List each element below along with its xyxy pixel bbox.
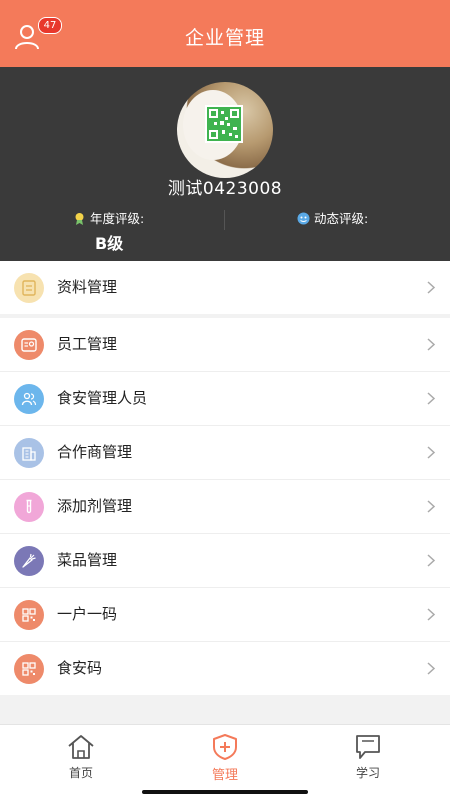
menu-item-dish-management[interactable]: 菜品管理 <box>0 534 450 588</box>
dynamic-rating: 动态评级: <box>297 208 368 227</box>
dynamic-rating-label: 动态评级: <box>314 211 369 226</box>
menu-item-label: 添加剂管理 <box>57 497 133 515</box>
chevron-right-icon <box>427 500 436 513</box>
tab-label: 管理 <box>211 768 238 783</box>
chevron-right-icon <box>427 608 436 621</box>
menu-item-food-safety-staff[interactable]: 食安管理人员 <box>0 372 450 426</box>
menu-item-partner-management[interactable]: 合作商管理 <box>0 426 450 480</box>
menu-item-food-safety-code[interactable]: 食安码 <box>0 642 450 695</box>
medal-icon <box>75 213 84 225</box>
page-title: 企业管理 <box>184 27 265 49</box>
annual-rating-value: B级 <box>95 234 124 253</box>
menu-item-employee-management[interactable]: 员工管理 <box>0 318 450 372</box>
chevron-right-icon <box>427 392 436 405</box>
tab-management[interactable]: 管理 <box>180 733 270 783</box>
menu-section-2: 员工管理 食安管理人员 合作商管理 添加剂管理 菜品管理 一户一码 食安码 <box>0 318 450 695</box>
building-icon <box>14 438 44 468</box>
chevron-right-icon <box>427 662 436 675</box>
menu-item-household-code[interactable]: 一户一码 <box>0 588 450 642</box>
menu-item-label: 菜品管理 <box>57 551 118 569</box>
company-profile-panel: 测试0423008 年度评级: 动态评级: B级 <box>0 67 450 261</box>
chevron-right-icon <box>427 554 436 567</box>
chevron-right-icon <box>427 281 436 294</box>
qr-code-icon[interactable] <box>205 105 243 143</box>
test-tube-icon <box>14 492 44 522</box>
menu-item-label: 员工管理 <box>57 335 118 353</box>
menu-item-label: 资料管理 <box>57 278 118 296</box>
carrot-icon <box>14 546 44 576</box>
menu-item-label: 合作商管理 <box>57 443 133 461</box>
tab-label: 首页 <box>68 766 93 780</box>
annual-rating: 年度评级: <box>73 208 144 227</box>
menu-item-additive-management[interactable]: 添加剂管理 <box>0 480 450 534</box>
qr-grid-icon <box>14 600 44 630</box>
management-shield-icon <box>213 734 237 760</box>
tab-study[interactable]: 学习 <box>323 733 413 781</box>
menu-section-1: 资料管理 <box>0 261 450 314</box>
annual-rating-label: 年度评级: <box>90 211 145 226</box>
people-icon <box>14 384 44 414</box>
tab-home[interactable]: 首页 <box>36 733 126 781</box>
rating-divider <box>224 210 225 230</box>
document-icon <box>14 273 44 303</box>
menu-item-label: 食安码 <box>57 659 103 677</box>
company-name: 测试0423008 <box>167 179 283 199</box>
chevron-right-icon <box>427 338 436 351</box>
menu-item-document-management[interactable]: 资料管理 <box>0 261 450 314</box>
menu-item-label: 食安管理人员 <box>57 389 148 407</box>
home-icon <box>68 735 94 759</box>
menu-item-label: 一户一码 <box>57 605 118 623</box>
chevron-right-icon <box>427 446 436 459</box>
face-icon <box>297 212 310 225</box>
employee-card-icon <box>14 330 44 360</box>
home-indicator <box>142 790 308 794</box>
qr-grid-icon <box>14 654 44 684</box>
chat-screen-icon <box>356 735 380 759</box>
tab-label: 学习 <box>355 766 380 780</box>
top-bar: 47 企业管理 <box>0 0 450 67</box>
